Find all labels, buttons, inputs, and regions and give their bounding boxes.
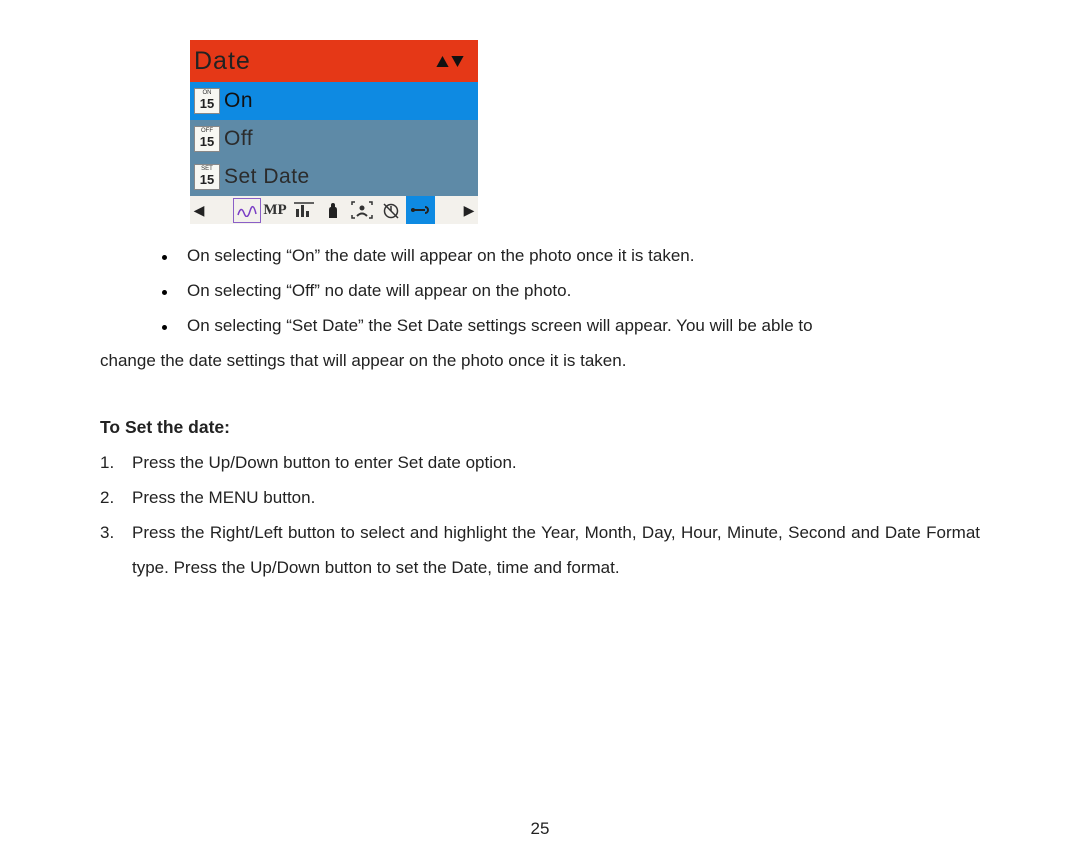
bullet-item: On selecting “Off” no date will appear o… [162, 274, 980, 309]
menu-item-off: OFF 15 Off [190, 120, 478, 158]
up-down-icon [436, 56, 464, 67]
section-heading: To Set the date: [100, 410, 980, 446]
menu-title: Date [194, 47, 251, 76]
bullet-item: On selecting “On” the date will appear o… [162, 239, 980, 274]
bullet-icon [162, 255, 167, 260]
bullet-continuation: change the date settings that will appea… [100, 344, 980, 379]
step-item: 1. Press the Up/Down button to enter Set… [100, 446, 980, 481]
left-arrow-icon: ◀ [190, 202, 208, 219]
menu-item-label: Set Date [224, 165, 310, 189]
page-number: 25 [0, 819, 1080, 839]
body-text: On selecting “On” the date will appear o… [162, 239, 980, 586]
menu-bottom-bar: ◀ MP [190, 196, 478, 224]
hand-icon [319, 196, 348, 224]
calendar-set-icon: SET 15 [194, 164, 220, 190]
wrench-icon [406, 196, 435, 224]
mp-icon: MP [261, 196, 290, 224]
step-item: 2. Press the MENU button. [100, 481, 980, 516]
right-arrow-icon: ▶ [460, 202, 478, 219]
calendar-off-icon: OFF 15 [194, 126, 220, 152]
menu-screenshot: Date ON 15 On OFF 15 Off [190, 40, 980, 224]
step-item: 3. Press the Right/Left button to select… [100, 516, 980, 586]
menu-item-set-date: SET 15 Set Date [190, 158, 478, 196]
menu-item-on: ON 15 On [190, 82, 478, 120]
wave-icon [233, 198, 261, 223]
bullet-icon [162, 325, 167, 330]
timer-off-icon [377, 196, 406, 224]
calendar-on-icon: ON 15 [194, 88, 220, 114]
bullet-item: On selecting “Set Date” the Set Date set… [162, 309, 980, 344]
menu-header: Date [190, 40, 478, 82]
bars-icon [290, 196, 319, 224]
menu-item-label: Off [224, 127, 253, 151]
bullet-icon [162, 290, 167, 295]
face-detect-icon [348, 196, 377, 224]
menu-item-label: On [224, 89, 253, 113]
